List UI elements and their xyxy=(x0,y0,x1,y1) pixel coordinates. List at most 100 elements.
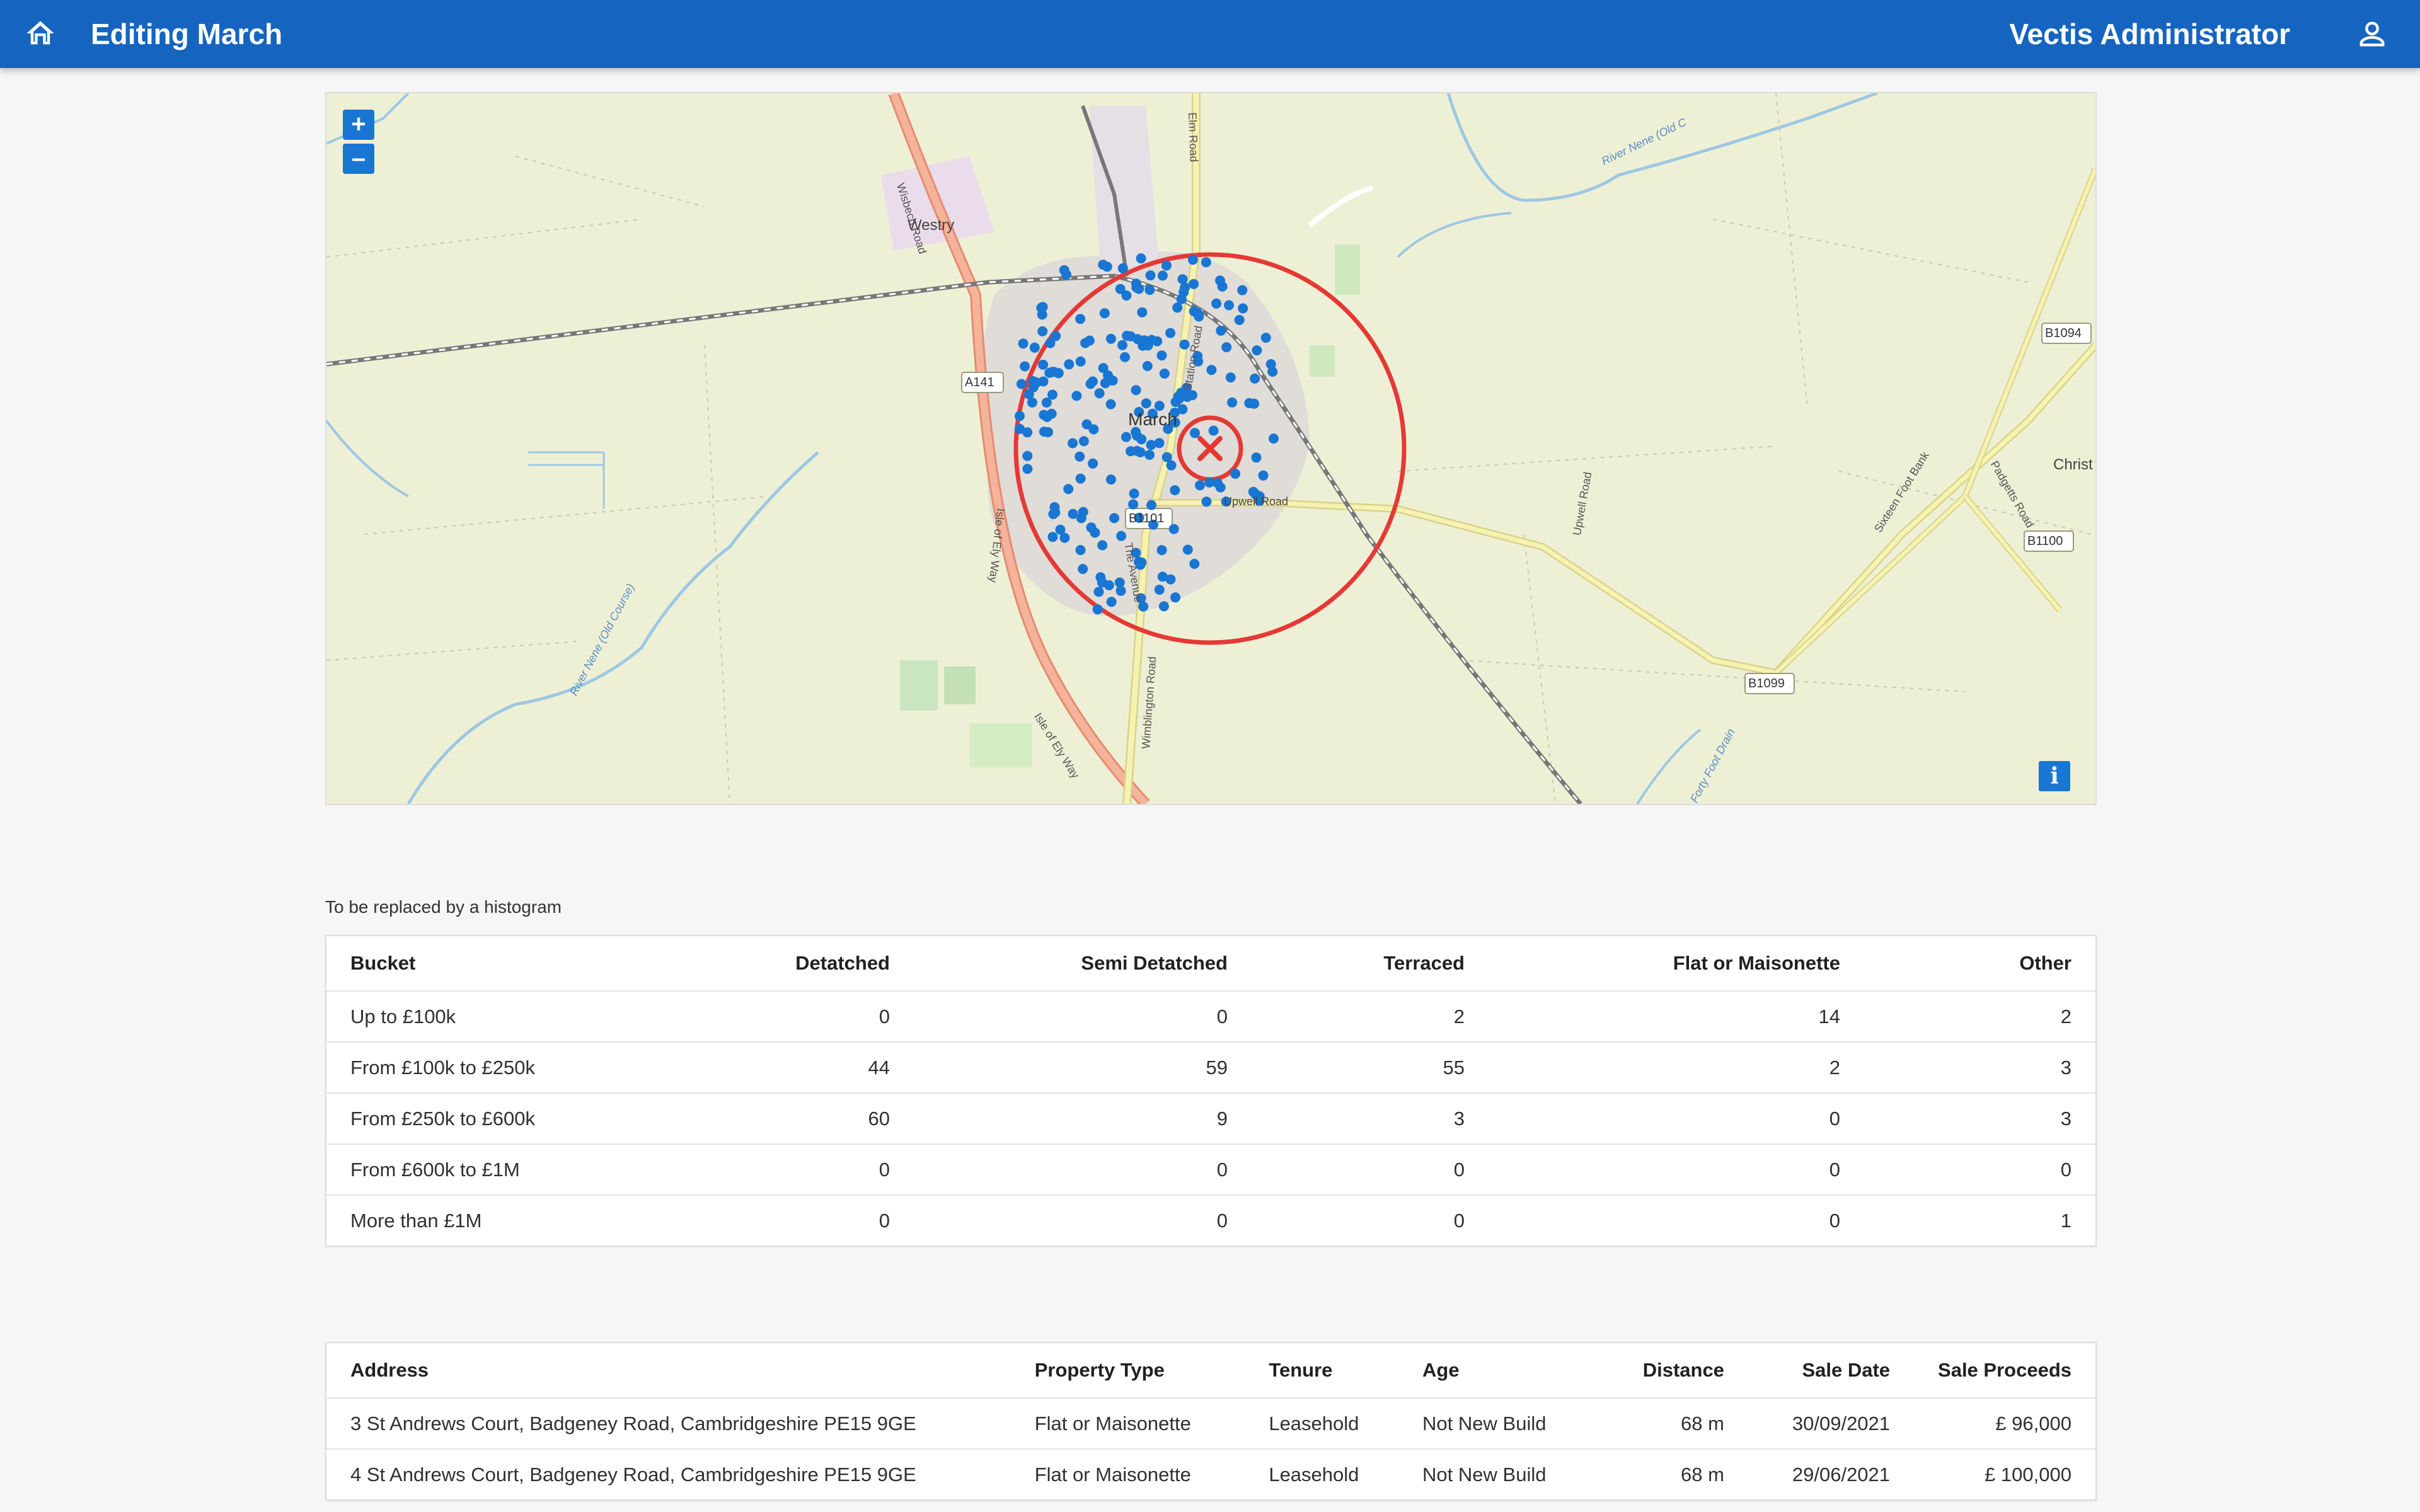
sale-point[interactable] xyxy=(1201,257,1211,268)
sale-point[interactable] xyxy=(1158,601,1169,612)
map-info-button[interactable]: i xyxy=(2039,761,2070,791)
sale-point[interactable] xyxy=(1097,540,1108,551)
sale-point[interactable] xyxy=(1028,376,1039,386)
sale-point[interactable] xyxy=(1157,270,1168,281)
sale-point[interactable] xyxy=(1258,470,1269,481)
col-tenure[interactable]: Tenure xyxy=(1245,1343,1398,1398)
sale-point[interactable] xyxy=(1260,333,1271,343)
sale-point[interactable] xyxy=(1177,274,1188,285)
sale-point[interactable] xyxy=(1166,460,1177,471)
sale-point[interactable] xyxy=(1016,379,1027,389)
col-sale-proceeds[interactable]: Sale Proceeds xyxy=(1914,1343,2095,1398)
sale-point[interactable] xyxy=(1086,522,1097,533)
sale-point[interactable] xyxy=(1265,359,1276,369)
sale-point[interactable] xyxy=(1036,302,1047,313)
sale-point[interactable] xyxy=(1022,464,1033,474)
sale-point[interactable] xyxy=(1208,425,1219,436)
sale-point[interactable] xyxy=(1047,532,1058,542)
sale-point[interactable] xyxy=(1121,432,1131,442)
sale-point[interactable] xyxy=(1098,363,1109,374)
zoom-out-button[interactable]: – xyxy=(343,144,374,174)
sale-point[interactable] xyxy=(1068,438,1078,449)
sale-point[interactable] xyxy=(1176,294,1187,304)
sale-point[interactable] xyxy=(1177,404,1188,415)
sale-point[interactable] xyxy=(1129,488,1139,499)
sale-point[interactable] xyxy=(1152,336,1163,346)
zoom-in-button[interactable]: + xyxy=(343,110,374,140)
col-sale-date[interactable]: Sale Date xyxy=(1748,1343,1914,1398)
sale-point[interactable] xyxy=(1146,440,1156,450)
sale-point[interactable] xyxy=(1049,502,1060,512)
sale-point[interactable] xyxy=(1252,345,1262,356)
sale-point[interactable] xyxy=(1182,392,1193,402)
table-row[interactable]: 4 St Andrews Court, Badgeney Road, Cambr… xyxy=(326,1448,2095,1499)
sale-point[interactable] xyxy=(1051,331,1061,341)
sale-point[interactable] xyxy=(1165,574,1176,585)
sale-point[interactable] xyxy=(1068,508,1078,519)
sale-point[interactable] xyxy=(1136,434,1147,445)
sale-point[interactable] xyxy=(1078,436,1089,447)
sale-point[interactable] xyxy=(1190,428,1200,438)
sale-point[interactable] xyxy=(1022,450,1033,461)
sale-point[interactable] xyxy=(1099,308,1110,319)
sale-point[interactable] xyxy=(1128,499,1139,510)
table-row[interactable]: 3 St Andrews Court, Badgeney Road, Cambr… xyxy=(326,1397,2095,1449)
sale-point[interactable] xyxy=(1182,544,1193,555)
sale-point[interactable] xyxy=(1039,427,1049,437)
sale-point[interactable] xyxy=(1144,285,1155,295)
sale-point[interactable] xyxy=(1106,597,1117,607)
sale-point[interactable] xyxy=(1094,388,1105,399)
sale-point[interactable] xyxy=(1114,577,1125,588)
sale-point[interactable] xyxy=(1142,361,1153,371)
sale-point[interactable] xyxy=(1244,398,1255,408)
sale-point[interactable] xyxy=(1237,285,1248,295)
sale-point[interactable] xyxy=(1059,265,1069,275)
sale-point[interactable] xyxy=(1063,484,1074,495)
sale-point[interactable] xyxy=(1039,410,1049,420)
sale-point[interactable] xyxy=(1156,545,1167,556)
sale-point[interactable] xyxy=(1049,367,1059,377)
sale-point[interactable] xyxy=(1102,261,1112,272)
sale-point[interactable] xyxy=(1238,303,1248,314)
sale-point[interactable] xyxy=(1137,307,1148,318)
sale-point[interactable] xyxy=(1195,480,1205,491)
sale-point[interactable] xyxy=(1201,496,1212,507)
sale-point[interactable] xyxy=(1117,263,1128,273)
sale-point[interactable] xyxy=(1217,281,1228,292)
sale-point[interactable] xyxy=(1023,389,1034,399)
sale-point[interactable] xyxy=(1092,604,1103,615)
col-address[interactable]: Address xyxy=(326,1343,1011,1398)
sale-point[interactable] xyxy=(1088,376,1098,387)
sale-point[interactable] xyxy=(1141,398,1151,409)
sale-point[interactable] xyxy=(1075,356,1086,367)
sale-point[interactable] xyxy=(1269,433,1279,444)
sale-point[interactable] xyxy=(1041,398,1052,408)
sale-point[interactable] xyxy=(1194,311,1204,322)
sale-point[interactable] xyxy=(1105,333,1116,344)
sale-point[interactable] xyxy=(1132,445,1143,456)
sale-point[interactable] xyxy=(1075,451,1085,462)
sale-point[interactable] xyxy=(1146,500,1156,510)
sale-point[interactable] xyxy=(1170,485,1180,496)
sale-point[interactable] xyxy=(1018,338,1028,349)
sale-point[interactable] xyxy=(1159,369,1170,379)
sale-point[interactable] xyxy=(1015,411,1025,421)
sale-point[interactable] xyxy=(1189,278,1199,289)
sale-point[interactable] xyxy=(1161,260,1172,271)
home-icon[interactable] xyxy=(24,17,57,50)
sale-point[interactable] xyxy=(1075,545,1086,556)
sale-point[interactable] xyxy=(1105,399,1116,410)
sale-point[interactable] xyxy=(1020,361,1030,372)
sale-point[interactable] xyxy=(1109,513,1120,524)
sale-point[interactable] xyxy=(1165,328,1176,338)
col-distance[interactable]: Distance xyxy=(1601,1343,1748,1398)
sale-point[interactable] xyxy=(1224,300,1234,311)
sale-point[interactable] xyxy=(1172,302,1183,313)
sale-point[interactable] xyxy=(1206,365,1217,375)
account-icon[interactable] xyxy=(2356,18,2388,50)
sale-point[interactable] xyxy=(1145,270,1156,281)
sale-point[interactable] xyxy=(1227,397,1238,408)
sale-point[interactable] xyxy=(1022,427,1033,438)
sale-point[interactable] xyxy=(1216,325,1226,336)
sale-point[interactable] xyxy=(1170,592,1181,603)
